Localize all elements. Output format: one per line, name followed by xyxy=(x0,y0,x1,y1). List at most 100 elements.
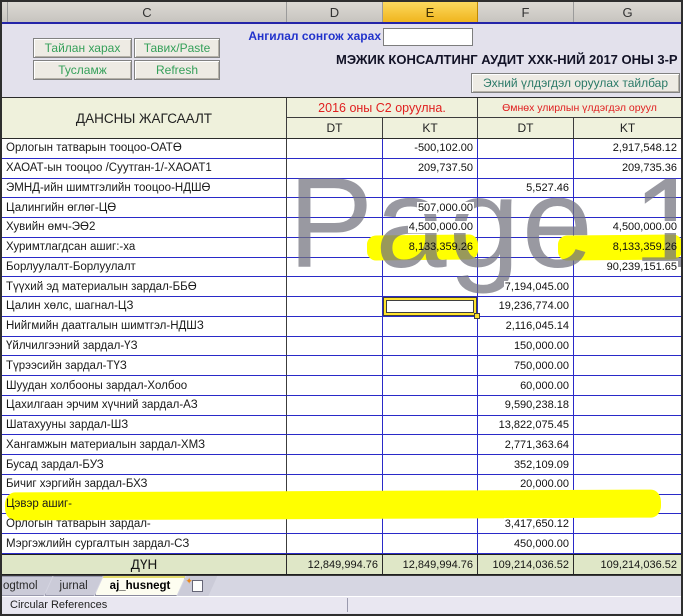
column-header-g[interactable]: G xyxy=(574,2,681,22)
value-cell-g[interactable] xyxy=(574,416,681,436)
value-cell-g[interactable] xyxy=(574,376,681,396)
value-cell-d[interactable] xyxy=(287,159,383,179)
value-cell-g[interactable]: 209,735.36 xyxy=(574,159,681,179)
row-label-cell[interactable]: Цэвэр ашиг- xyxy=(2,495,287,515)
row-label-cell[interactable]: Хангамжын материалын зардал-ХМЗ xyxy=(2,435,287,455)
value-cell-e[interactable] xyxy=(383,297,478,317)
value-cell-g[interactable]: 8,133,359.26 xyxy=(574,238,681,258)
row-label-cell[interactable]: Шатахууны зардал-ШЗ xyxy=(2,416,287,436)
value-cell-d[interactable] xyxy=(287,356,383,376)
value-cell-f[interactable] xyxy=(478,258,574,278)
value-cell-g[interactable] xyxy=(574,179,681,199)
opening-balance-button[interactable]: Эхний үлдэгдэл оруулах тайлбар xyxy=(471,73,680,93)
value-cell-f[interactable]: 19,236,774.00 xyxy=(478,297,574,317)
value-cell-f[interactable]: 750,000.00 xyxy=(478,356,574,376)
value-cell-f[interactable]: 2,771,363.64 xyxy=(478,435,574,455)
value-cell-d[interactable] xyxy=(287,455,383,475)
column-header-f[interactable]: F xyxy=(478,2,574,22)
value-cell-g[interactable] xyxy=(574,396,681,416)
value-cell-g[interactable] xyxy=(574,534,681,554)
row-label-cell[interactable]: Нийгмийн даатгалын шимтгэл-НДШЗ xyxy=(2,317,287,337)
row-label-cell[interactable]: Түүхий эд материалын зардал-ББӨ xyxy=(2,277,287,297)
fill-handle[interactable] xyxy=(474,313,480,319)
row-label-cell[interactable]: ЭМНД-ийн шимтгэлийн тооцоо-НДШӨ xyxy=(2,179,287,199)
total-value-d[interactable]: 12,849,994.76 xyxy=(287,555,383,574)
value-cell-g[interactable] xyxy=(574,277,681,297)
value-cell-e[interactable] xyxy=(383,455,478,475)
accounts-header-cell[interactable]: ДАНСНЫ ЖАГСААЛТ xyxy=(2,98,287,138)
value-cell-f[interactable] xyxy=(478,218,574,238)
value-cell-f[interactable] xyxy=(478,198,574,218)
subheader-dt2[interactable]: DT xyxy=(478,118,574,138)
value-cell-g[interactable]: 90,239,151.65 xyxy=(574,258,681,278)
row-label-cell[interactable]: Бусад зардал-БУЗ xyxy=(2,455,287,475)
value-cell-f[interactable]: 13,822,075.45 xyxy=(478,416,574,436)
value-cell-d[interactable] xyxy=(287,258,383,278)
value-cell-e[interactable] xyxy=(383,396,478,416)
value-cell-d[interactable] xyxy=(287,297,383,317)
value-cell-f[interactable]: 5,527.46 xyxy=(478,179,574,199)
sheet-tab-aj_husnegt[interactable]: aj_husnegt xyxy=(95,576,186,596)
view-report-button[interactable]: Тайлан харах xyxy=(33,38,132,58)
value-cell-d[interactable] xyxy=(287,277,383,297)
value-cell-d[interactable] xyxy=(287,337,383,357)
row-label-cell[interactable]: Үйлчилгээний зардал-ҮЗ xyxy=(2,337,287,357)
row-label-cell[interactable]: Шуудан холбооны зардал-Холбоо xyxy=(2,376,287,396)
category-select-cell[interactable] xyxy=(383,28,473,46)
value-cell-e[interactable] xyxy=(383,376,478,396)
sheet-tab-jurnal[interactable]: jurnal xyxy=(45,576,103,596)
value-cell-f[interactable]: 2,116,045.14 xyxy=(478,317,574,337)
value-cell-g[interactable] xyxy=(574,356,681,376)
row-label-cell[interactable]: Түрээсийн зардал-ТҮЗ xyxy=(2,356,287,376)
value-cell-f[interactable]: 7,194,045.00 xyxy=(478,277,574,297)
value-cell-d[interactable] xyxy=(287,179,383,199)
column-header-e[interactable]: E xyxy=(383,2,478,22)
row-label-cell[interactable]: Цалин хөлс, шагнал-ЦЗ xyxy=(2,297,287,317)
value-cell-e[interactable] xyxy=(383,435,478,455)
total-value-g[interactable]: 109,214,036.52 xyxy=(574,555,681,574)
value-cell-e[interactable] xyxy=(383,416,478,436)
subheader-kt2[interactable]: KT xyxy=(574,118,681,138)
value-cell-e[interactable] xyxy=(383,277,478,297)
value-cell-e[interactable] xyxy=(383,534,478,554)
value-cell-f[interactable]: 150,000.00 xyxy=(478,337,574,357)
value-cell-d[interactable] xyxy=(287,435,383,455)
row-label-cell[interactable]: Хувийн өмч-ЭӨ2 xyxy=(2,218,287,238)
group2-header-cell[interactable]: Өмнөх улирлын үлдэгдэл оруул xyxy=(478,98,681,118)
column-header-d[interactable]: D xyxy=(287,2,383,22)
value-cell-g[interactable] xyxy=(574,495,681,515)
value-cell-d[interactable] xyxy=(287,139,383,159)
total-value-e[interactable]: 12,849,994.76 xyxy=(383,555,478,574)
value-cell-e[interactable] xyxy=(383,179,478,199)
total-label-cell[interactable]: ДҮН xyxy=(2,555,287,574)
paste-button[interactable]: Тавих/Paste xyxy=(134,38,220,58)
value-cell-e[interactable] xyxy=(383,337,478,357)
value-cell-e[interactable] xyxy=(383,317,478,337)
value-cell-e[interactable] xyxy=(383,356,478,376)
row-label-cell[interactable]: Мэргэжлийн сургалтын зардал-СЗ xyxy=(2,534,287,554)
row-label-cell[interactable]: Орлогын татварын тооцоо-ОАТӨ xyxy=(2,139,287,159)
group1-header-cell[interactable]: 2016 оны С2 оруулна. xyxy=(287,98,478,118)
value-cell-d[interactable] xyxy=(287,317,383,337)
value-cell-g[interactable] xyxy=(574,317,681,337)
value-cell-d[interactable] xyxy=(287,396,383,416)
subheader-kt1[interactable]: KT xyxy=(383,118,478,138)
value-cell-g[interactable] xyxy=(574,297,681,317)
sheet-tab-ogtmol[interactable]: ogtmol xyxy=(2,576,53,596)
value-cell-d[interactable] xyxy=(287,218,383,238)
value-cell-e[interactable] xyxy=(383,495,478,515)
row-label-cell[interactable]: Хуримтлагдсан ашиг:-ха xyxy=(2,238,287,258)
value-cell-f[interactable] xyxy=(478,159,574,179)
value-cell-e[interactable]: -500,102.00 xyxy=(383,139,478,159)
value-cell-e[interactable]: 8,133,359.26 xyxy=(383,238,478,258)
value-cell-d[interactable] xyxy=(287,198,383,218)
value-cell-e[interactable]: 507,000.00 xyxy=(383,198,478,218)
value-cell-g[interactable] xyxy=(574,198,681,218)
value-cell-e[interactable] xyxy=(383,258,478,278)
value-cell-d[interactable] xyxy=(287,534,383,554)
help-button[interactable]: Тусламж xyxy=(33,60,132,80)
row-label-cell[interactable]: Цахилгаан эрчим хүчний зардал-АЗ xyxy=(2,396,287,416)
total-value-f[interactable]: 109,214,036.52 xyxy=(478,555,574,574)
value-cell-d[interactable] xyxy=(287,495,383,515)
refresh-button[interactable]: Refresh xyxy=(134,60,220,80)
